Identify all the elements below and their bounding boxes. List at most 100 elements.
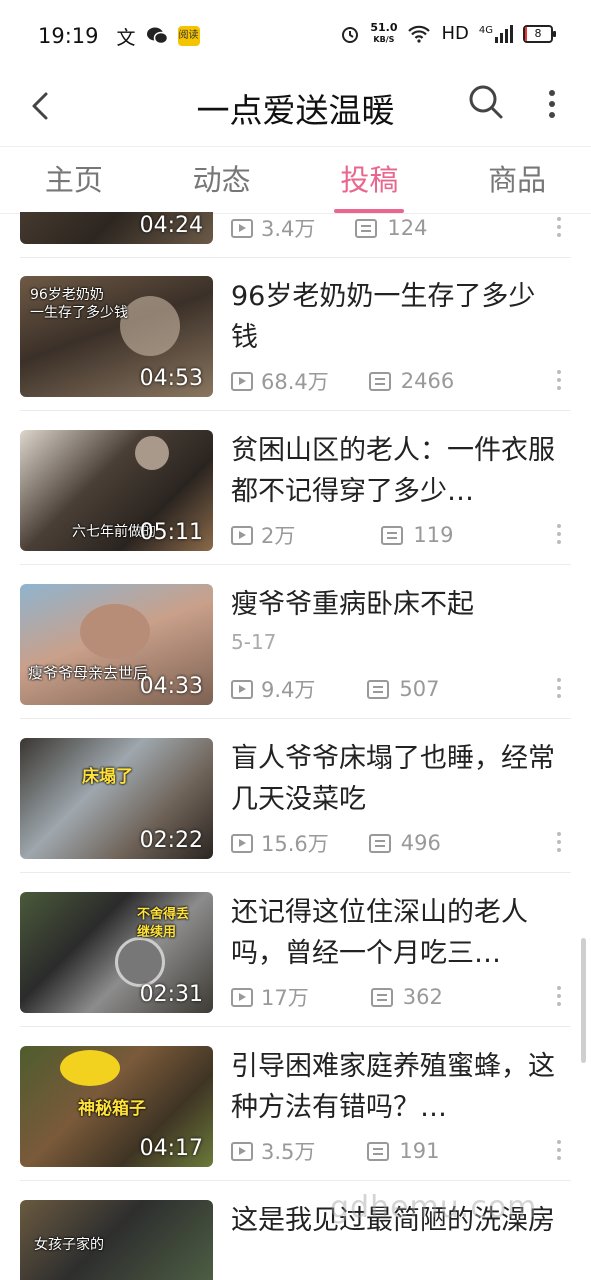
thumbnail-caption: 96岁老奶奶 一生存了多少钱	[30, 287, 128, 321]
battery-level: 8	[534, 26, 542, 40]
play-count-icon	[231, 525, 253, 545]
video-title[interactable]: 还记得这位住深山的老人吗，曾经一个月吃三…	[231, 892, 561, 974]
tab-bar: 主页 动态 投稿 商品	[0, 146, 591, 214]
comment-count: 119	[413, 523, 454, 547]
net-speed-value: 51.0	[370, 21, 398, 34]
app-badge-icon: 阅读	[177, 26, 200, 46]
play-count-icon	[231, 833, 253, 853]
status-left-icons: 文 阅读	[117, 23, 200, 50]
status-time: 19:19	[38, 24, 99, 48]
video-thumbnail[interactable]: 96岁老奶奶 一生存了多少钱 04:53	[20, 276, 213, 397]
comment-count: 124	[387, 216, 428, 240]
thumbnail-caption: 床塌了	[82, 767, 133, 787]
more-options-icon[interactable]	[557, 217, 561, 241]
tab-label: 投稿	[340, 163, 399, 197]
alarm-icon	[342, 26, 359, 43]
video-thumbnail[interactable]: 04:24	[20, 212, 213, 244]
video-item[interactable]: 瘦爷爷母亲去世后 04:33 瘦爷爷重病卧床不起 5-17 9.4万 507	[20, 568, 571, 719]
comment-icon	[355, 218, 378, 238]
comment-count: 507	[399, 677, 440, 701]
thumbnail-caption: 神秘箱子	[78, 1099, 146, 1119]
view-count: 2万	[261, 524, 296, 548]
search-icon[interactable]	[466, 82, 506, 122]
more-options-icon[interactable]	[557, 986, 561, 1010]
more-options-icon[interactable]	[557, 370, 561, 394]
comment-count: 362	[402, 985, 443, 1009]
video-stats: 9.4万 507	[231, 674, 440, 704]
video-duration: 04:17	[139, 1136, 203, 1161]
comment-icon	[368, 833, 391, 853]
view-count: 3.4万	[261, 217, 316, 241]
comment-count: 191	[399, 1139, 440, 1163]
video-duration: 04:24	[139, 213, 203, 238]
video-stats: 17万 362	[231, 982, 443, 1012]
video-duration: 04:53	[139, 366, 203, 391]
battery-icon: 8	[523, 24, 556, 43]
scrollbar[interactable]	[581, 938, 586, 1063]
more-options-icon[interactable]	[557, 524, 561, 548]
play-count-icon	[231, 987, 253, 1007]
comment-icon	[367, 679, 390, 699]
tab-submissions[interactable]: 投稿	[296, 147, 444, 213]
thumbnail-caption: 不舍得丢 继续用	[137, 907, 190, 940]
video-thumbnail[interactable]: 女孩子家的	[20, 1200, 213, 1280]
view-count: 17万	[261, 986, 309, 1010]
video-stats: 68.4万 2466	[231, 366, 454, 396]
status-right-icons: 51.0 KB/S HD 4G 8	[340, 21, 556, 45]
view-count: 15.6万	[261, 832, 329, 856]
tab-label: 主页	[44, 163, 103, 197]
thumbnail-caption: 瘦爷爷母亲去世后	[28, 664, 149, 682]
app-header: 一点爱送温暖	[0, 72, 591, 144]
video-stats: 15.6万 496	[231, 828, 441, 858]
video-title[interactable]: 96岁老奶奶一生存了多少钱	[231, 276, 561, 358]
video-thumbnail[interactable]: 床塌了 02:22	[20, 738, 213, 859]
tab-label: 动态	[192, 163, 251, 197]
video-item[interactable]: 神秘箱子 04:17 引导困难家庭养殖蜜蜂，这种方法有错吗？… 3.5万 191	[20, 1030, 571, 1181]
net-speed-unit: KB/S	[373, 35, 395, 44]
hd-indicator: HD	[441, 23, 469, 44]
video-item[interactable]: 床塌了 02:22 盲人爷爷床塌了也睡，经常几天没菜吃 15.6万 496	[20, 722, 571, 873]
view-count: 68.4万	[261, 370, 329, 394]
status-bar: 19:19 文 阅读 51.0 KB/S HD 4G 8	[0, 0, 591, 72]
video-thumbnail[interactable]: 六七年前做的 05:11	[20, 430, 213, 551]
video-thumbnail[interactable]: 不舍得丢 继续用 02:31	[20, 892, 213, 1013]
video-stats: 2万 119	[231, 520, 453, 550]
play-count-icon	[231, 218, 253, 238]
more-options-icon[interactable]	[557, 1140, 561, 1164]
wechat-icon	[146, 27, 168, 45]
view-count: 9.4万	[261, 678, 316, 702]
video-duration: 05:11	[139, 520, 203, 545]
more-options-icon[interactable]	[557, 832, 561, 856]
tab-label: 商品	[488, 163, 547, 197]
tab-home[interactable]: 主页	[0, 147, 148, 213]
video-item[interactable]: 96岁老奶奶 一生存了多少钱 04:53 96岁老奶奶一生存了多少钱 68.4万…	[20, 260, 571, 411]
play-count-icon	[231, 371, 253, 391]
comment-count: 496	[400, 831, 441, 855]
comment-icon	[367, 1141, 390, 1161]
video-item[interactable]: 不舍得丢 继续用 02:31 还记得这位住深山的老人吗，曾经一个月吃三… 17万…	[20, 876, 571, 1027]
tab-dynamics[interactable]: 动态	[148, 147, 296, 213]
comment-icon	[381, 525, 404, 545]
video-thumbnail[interactable]: 瘦爷爷母亲去世后 04:33	[20, 584, 213, 705]
video-duration: 04:33	[139, 674, 203, 699]
video-stats: 3.5万 191	[231, 1136, 440, 1166]
video-duration: 02:31	[139, 982, 203, 1007]
comment-count: 2466	[400, 369, 455, 393]
video-title[interactable]: 瘦爷爷重病卧床不起	[231, 584, 561, 625]
signal-label: 4G	[478, 24, 493, 36]
video-title[interactable]: 盲人爷爷床塌了也睡，经常几天没菜吃	[231, 738, 561, 820]
view-count: 3.5万	[261, 1140, 316, 1164]
video-title[interactable]: 引导困难家庭养殖蜜蜂，这种方法有错吗？…	[231, 1046, 561, 1128]
tab-products[interactable]: 商品	[443, 147, 591, 213]
video-stats: 3.4万 124	[231, 213, 428, 243]
video-thumbnail[interactable]: 神秘箱子 04:17	[20, 1046, 213, 1167]
video-item[interactable]: 04:24 3.4万 124	[20, 212, 571, 258]
more-options-icon[interactable]	[557, 678, 561, 702]
thumbnail-caption: 女孩子家的	[34, 1237, 104, 1253]
play-count-icon	[231, 679, 253, 699]
comment-icon	[370, 987, 393, 1007]
video-title[interactable]: 贫困山区的老人：一件衣服都不记得穿了多少…	[231, 430, 561, 512]
more-vertical-icon[interactable]	[540, 84, 564, 124]
video-duration: 02:22	[139, 828, 203, 853]
video-item[interactable]: 六七年前做的 05:11 贫困山区的老人：一件衣服都不记得穿了多少… 2万 11…	[20, 414, 571, 565]
